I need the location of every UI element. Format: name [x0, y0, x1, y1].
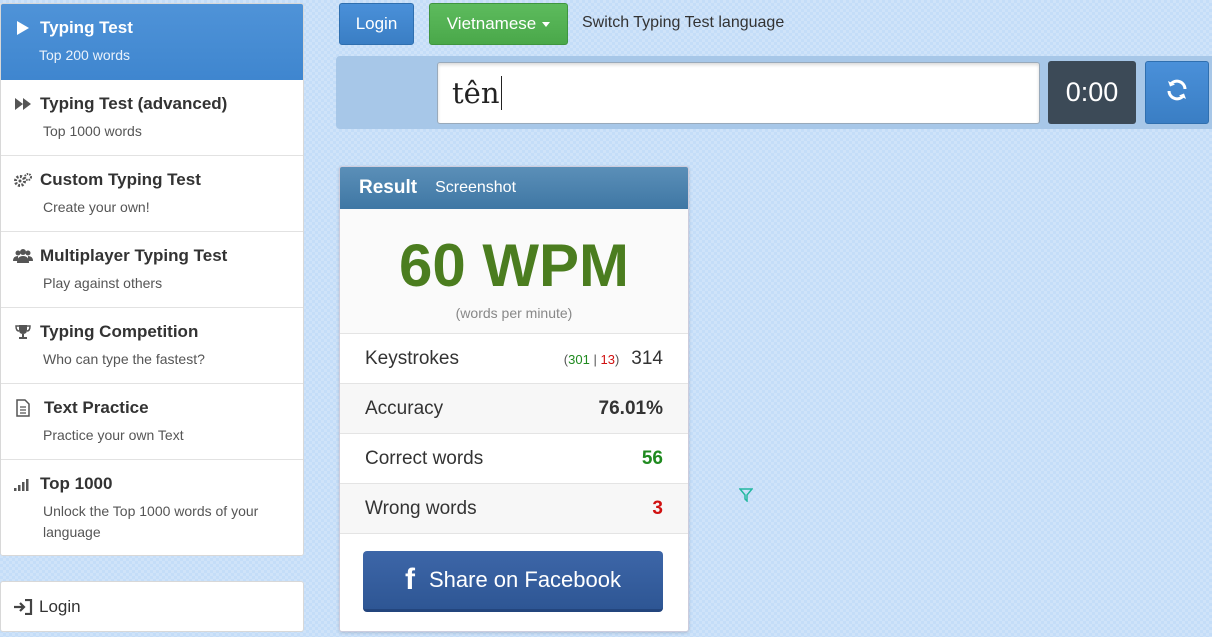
typing-input-value: tên	[452, 76, 500, 110]
correct-words-row: Correct words 56	[340, 434, 688, 484]
sidebar-item-title-row: Typing Test	[13, 18, 303, 38]
screenshot-link[interactable]: Screenshot	[435, 179, 516, 197]
sidebar-item-label: Custom Typing Test	[40, 170, 201, 189]
sidebar-item-title-row: Text Practice	[13, 398, 303, 418]
keystrokes-correct: 301	[568, 351, 590, 367]
share-facebook-label: Share on Facebook	[428, 567, 622, 592]
login-button-label: Login	[355, 14, 398, 33]
keystrokes-value-group: (301 | 13) 314	[564, 348, 663, 370]
share-facebook-button[interactable]: f Share on Facebook	[363, 551, 663, 612]
filter-icon	[738, 488, 754, 505]
document-icon	[13, 399, 33, 417]
wrong-words-row: Wrong words 3	[340, 484, 688, 534]
wrong-words-value: 3	[652, 497, 663, 519]
sidebar-item-typing-competition[interactable]: Typing Competition Who can type the fast…	[1, 308, 303, 384]
sidebar-item-title-row: Top 1000	[13, 474, 303, 494]
correct-words-label: Correct words	[365, 447, 484, 469]
refresh-icon	[1165, 78, 1189, 107]
wpm-block: 60 WPM (words per minute)	[340, 209, 688, 334]
play-icon	[13, 20, 33, 36]
correct-words-value: 56	[641, 447, 663, 469]
accuracy-value: 76.01%	[598, 397, 663, 419]
signal-bars-icon	[13, 477, 33, 491]
result-header: Result Screenshot	[340, 167, 688, 209]
sidebar-item-sub: Play against others	[43, 275, 163, 291]
sidebar-item-title-row: Custom Typing Test	[13, 170, 303, 190]
reload-button[interactable]	[1145, 61, 1209, 124]
login-button[interactable]: Login	[339, 3, 414, 45]
keystrokes-row: Keystrokes (301 | 13) 314	[340, 334, 688, 384]
keystrokes-label: Keystrokes	[365, 347, 459, 369]
sidebar-item-label: Typing Test	[40, 18, 133, 37]
sidebar-item-label: Multiplayer Typing Test	[40, 246, 228, 265]
sidebar-item-typing-test[interactable]: Typing Test Top 200 words	[1, 4, 303, 80]
text-cursor	[500, 76, 502, 110]
typing-input[interactable]: tên	[437, 62, 1040, 124]
sidebar-item-sub: Top 200 words	[39, 47, 131, 63]
language-dropdown-label: Vietnamese	[446, 14, 537, 33]
sidebar-login-label: Login	[39, 596, 81, 616]
sidebar-item-title-row: Multiplayer Typing Test	[13, 246, 303, 266]
users-icon	[13, 248, 33, 264]
sidebar-item-sub: Unlock the Top 1000 words of your langua…	[43, 503, 259, 540]
sidebar-item-sub: Who can type the fastest?	[43, 351, 205, 367]
sidebar-item-label: Typing Test (advanced)	[40, 94, 228, 113]
gears-icon	[13, 172, 33, 188]
wrong-words-label: Wrong words	[365, 497, 477, 519]
sign-in-icon	[13, 598, 33, 615]
sidebar-item-sub: Create your own!	[43, 199, 150, 215]
switch-language-label: Switch Typing Test language	[582, 14, 785, 31]
sidebar-item-typing-test-advanced[interactable]: Typing Test (advanced) Top 1000 words	[1, 80, 303, 156]
accuracy-label: Accuracy	[365, 397, 444, 419]
sidebar-item-sub: Practice your own Text	[43, 427, 184, 443]
sidebar-item-title-row: Typing Test (advanced)	[13, 94, 303, 114]
keystrokes-wrong: 13	[600, 351, 615, 367]
sidebar-item-text-practice[interactable]: Text Practice Practice your own Text	[1, 384, 303, 460]
wpm-value: 60 WPM	[398, 232, 630, 299]
language-dropdown[interactable]: Vietnamese	[429, 3, 568, 45]
wpm-caption: (words per minute)	[455, 305, 573, 321]
trophy-icon	[13, 324, 33, 340]
fast-forward-icon	[13, 97, 33, 111]
sidebar-item-label: Typing Competition	[40, 322, 199, 341]
sidebar-item-label: Top 1000	[40, 474, 113, 493]
sidebar-login-button[interactable]: Login	[0, 581, 304, 632]
sidebar-item-top-1000[interactable]: Top 1000 Unlock the Top 1000 words of yo…	[1, 460, 303, 555]
facebook-icon: f	[404, 563, 415, 596]
sidebar-item-multiplayer[interactable]: Multiplayer Typing Test Play against oth…	[1, 232, 303, 308]
sidebar-item-title-row: Typing Competition	[13, 322, 303, 342]
keystrokes-total: 314	[631, 347, 663, 369]
accuracy-row: Accuracy 76.01%	[340, 384, 688, 434]
timer: 0:00	[1048, 61, 1136, 124]
sidebar-item-custom-typing-test[interactable]: Custom Typing Test Create your own!	[1, 156, 303, 232]
sidebar-item-label: Text Practice	[44, 398, 149, 417]
result-title: Result	[359, 177, 418, 198]
keystrokes-detail: (301 | 13)	[563, 351, 620, 367]
caret-down-icon	[542, 21, 551, 27]
keystrokes-separator: |	[593, 351, 597, 367]
sidebar-nav: Typing Test Top 200 words Typing Test (a…	[0, 3, 304, 556]
sidebar-item-sub: Top 1000 words	[43, 123, 142, 139]
result-panel: Result Screenshot 60 WPM (words per minu…	[339, 166, 689, 632]
